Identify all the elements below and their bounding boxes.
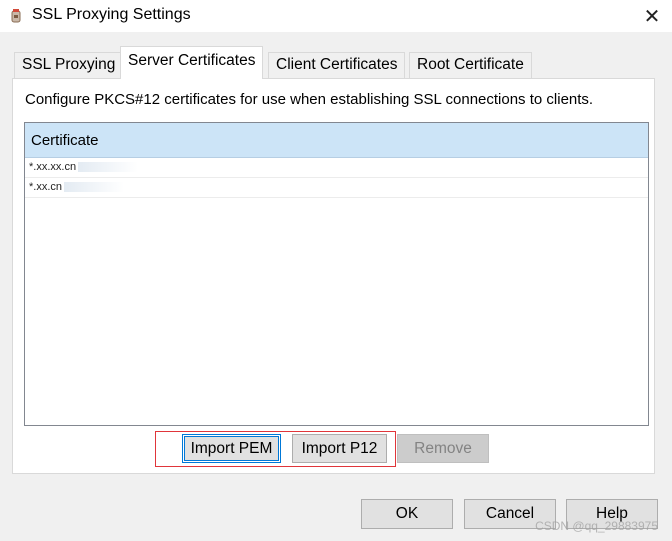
charles-jug-icon	[11, 9, 21, 23]
tab-label: Root Certificate	[417, 56, 524, 73]
server-certificates-panel: Configure PKCS#12 certificates for use w…	[12, 78, 655, 474]
ok-button[interactable]: OK	[361, 499, 453, 529]
remove-button: Remove	[397, 434, 489, 463]
close-button[interactable]: ✕	[632, 0, 672, 32]
table-row[interactable]: *.xx.xx.cn	[25, 158, 648, 178]
tab-ssl-proxying[interactable]: SSL Proxying	[14, 52, 124, 78]
panel-description: Configure PKCS#12 certificates for use w…	[25, 91, 594, 108]
certificate-table[interactable]: Certificate *.xx.xx.cn *.xx.cn	[24, 122, 649, 426]
import-pem-button[interactable]: Import PEM	[182, 434, 281, 463]
column-header-certificate[interactable]: Certificate	[25, 123, 648, 158]
close-icon: ✕	[643, 5, 661, 28]
window-title: SSL Proxying Settings	[32, 6, 191, 23]
table-row[interactable]: *.xx.cn	[25, 178, 648, 198]
certificate-name: *.xx.xx.cn	[29, 161, 77, 173]
tab-label: SSL Proxying	[22, 56, 116, 73]
import-p12-button[interactable]: Import P12	[292, 434, 387, 463]
title-bar: SSL Proxying Settings ✕	[0, 0, 672, 32]
tab-label: Client Certificates	[276, 56, 398, 73]
tab-client-certificates[interactable]: Client Certificates	[268, 52, 406, 78]
tab-root-certificate[interactable]: Root Certificate	[409, 52, 532, 78]
tab-server-certificates[interactable]: Server Certificates	[120, 46, 264, 79]
certificate-name: *.xx.cn	[29, 181, 63, 193]
redaction-blur	[78, 162, 139, 173]
watermark: CSDN @qq_29883975	[535, 519, 658, 533]
tab-label: Server Certificates	[128, 52, 256, 69]
redaction-blur	[64, 182, 125, 193]
